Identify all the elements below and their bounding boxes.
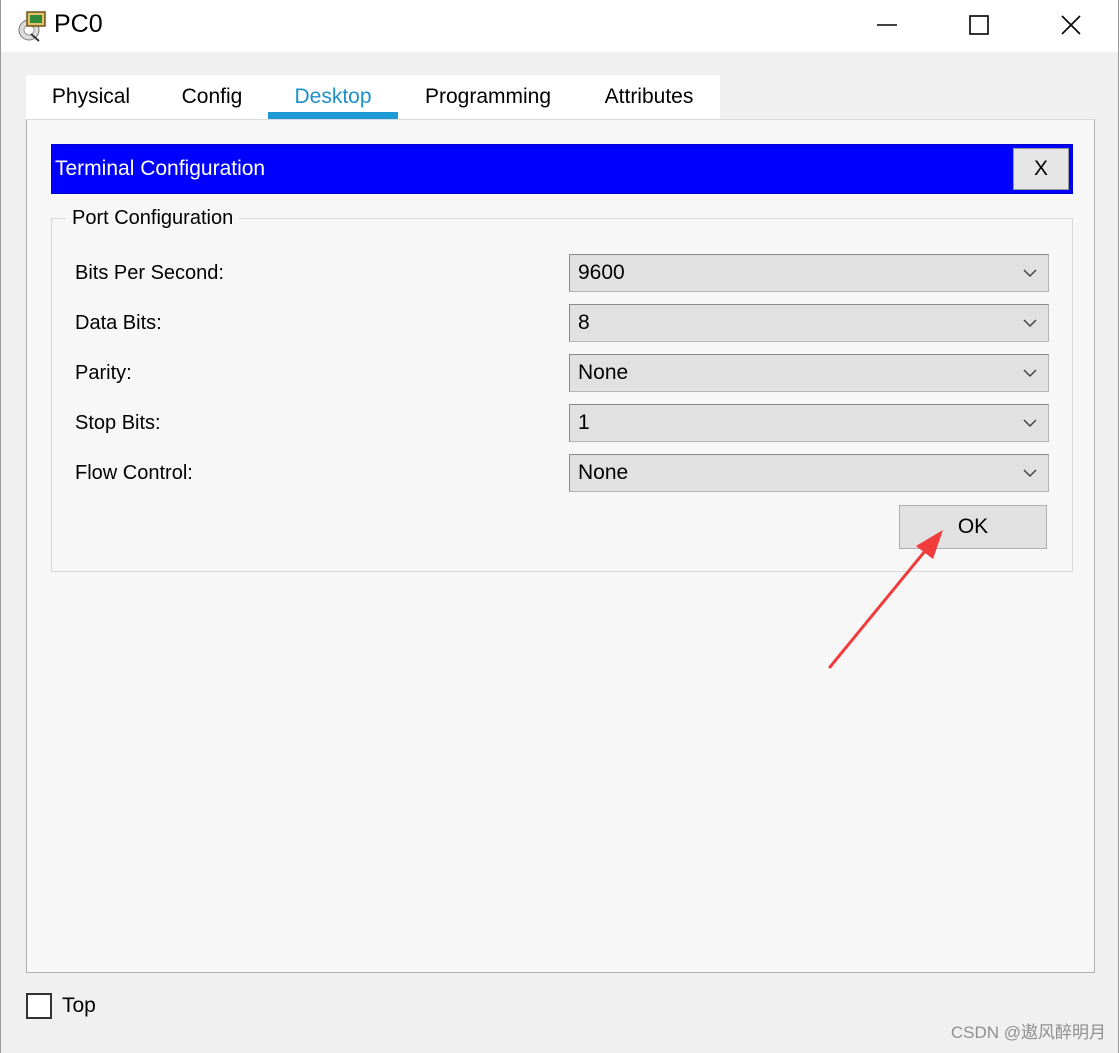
flow-control-value: None xyxy=(578,461,629,484)
chevron-down-icon xyxy=(1023,319,1037,328)
bits-per-second-value: 9600 xyxy=(578,261,625,284)
parity-select[interactable]: None xyxy=(569,354,1049,392)
tab-bar: Physical Config Desktop Programming Attr… xyxy=(26,75,720,119)
packet-tracer-pc-icon xyxy=(18,11,46,42)
bits-per-second-select[interactable]: 9600 xyxy=(569,254,1049,292)
top-checkbox[interactable] xyxy=(26,993,52,1019)
flow-control-select[interactable]: None xyxy=(569,454,1049,492)
stop-bits-label: Stop Bits: xyxy=(75,412,161,434)
chevron-down-icon xyxy=(1023,469,1037,478)
port-configuration-group: Port Configuration Bits Per Second: 9600… xyxy=(51,206,1073,572)
bits-per-second-label: Bits Per Second: xyxy=(75,262,224,284)
minimize-button[interactable] xyxy=(841,0,933,50)
desktop-content: Terminal Configuration X Port Configurat… xyxy=(26,119,1095,973)
data-bits-value: 8 xyxy=(578,311,590,334)
pc0-window: PC0 Physical Config Desktop Programming … xyxy=(0,0,1119,1053)
window-title: PC0 xyxy=(54,10,103,38)
tab-programming[interactable]: Programming xyxy=(411,75,565,119)
stop-bits-select[interactable]: 1 xyxy=(569,404,1049,442)
chevron-down-icon xyxy=(1023,369,1037,378)
minimize-icon xyxy=(877,24,897,26)
data-bits-select[interactable]: 8 xyxy=(569,304,1049,342)
tab-attributes[interactable]: Attributes xyxy=(591,75,707,119)
tab-physical[interactable]: Physical xyxy=(40,75,142,119)
maximize-button[interactable] xyxy=(933,0,1025,50)
tab-desktop[interactable]: Desktop xyxy=(268,75,398,119)
close-window-button[interactable] xyxy=(1025,0,1117,50)
tab-config[interactable]: Config xyxy=(166,75,258,119)
port-configuration-legend: Port Configuration xyxy=(66,206,240,230)
chevron-down-icon xyxy=(1023,269,1037,278)
data-bits-label: Data Bits: xyxy=(75,312,162,334)
close-icon xyxy=(1061,15,1081,35)
flow-control-label: Flow Control: xyxy=(75,462,193,484)
parity-value: None xyxy=(578,361,629,384)
terminal-close-button[interactable]: X xyxy=(1013,148,1069,190)
parity-label: Parity: xyxy=(75,362,132,384)
chevron-down-icon xyxy=(1023,419,1037,428)
stop-bits-value: 1 xyxy=(578,411,590,434)
maximize-icon xyxy=(969,15,989,35)
title-bar: PC0 xyxy=(1,0,1118,52)
terminal-config-header: Terminal Configuration X xyxy=(51,144,1073,194)
ok-button[interactable]: OK xyxy=(899,505,1047,549)
watermark: CSDN @遨风醉明月 xyxy=(950,1023,1106,1042)
top-checkbox-label: Top xyxy=(62,994,96,1017)
terminal-config-title: Terminal Configuration xyxy=(55,157,266,180)
